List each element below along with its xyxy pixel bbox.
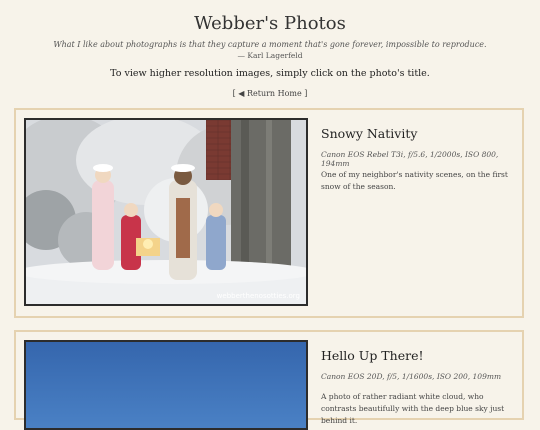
- return-home-label: Return Home: [246, 89, 302, 98]
- photo-meta: Canon EOS 20D, f/5, 1/1600s, ISO 200, 10…: [321, 372, 502, 381]
- bracket-right: ]: [304, 89, 308, 98]
- photo-description: One of my neighbor's nativity scenes, on…: [321, 170, 508, 191]
- instructions-text: To view higher resolution images, simply…: [110, 68, 430, 79]
- photo-card: webberthenosotties.org Snowy Nativity Ca…: [14, 108, 524, 318]
- photo-meta: Canon EOS Rebel T3i, f/5.6, 1/2000s, ISO…: [321, 150, 499, 168]
- return-home-link[interactable]: ◀ Return Home: [238, 89, 304, 98]
- quote-author: — Karl Lagerfeld: [237, 51, 303, 60]
- blue-sky-scene-icon: [26, 342, 306, 428]
- bracket-left: [: [232, 89, 236, 98]
- return-home-nav: [ ◀ Return Home ]: [0, 89, 540, 98]
- photo-image-hello-up-there[interactable]: [24, 340, 308, 430]
- page-title: Webber's Photos: [194, 13, 346, 34]
- photo-description: A photo of rather radiant white cloud, w…: [321, 392, 505, 425]
- photo-title-link[interactable]: Snowy Nativity: [321, 126, 417, 141]
- photo-title-link[interactable]: Hello Up There!: [321, 348, 423, 363]
- back-arrow-icon: ◀: [238, 89, 245, 98]
- nativity-snow-scene-icon: webberthenosotties.org: [26, 120, 306, 304]
- quote-text: What I like about photographs is that th…: [53, 40, 487, 49]
- watermark: webberthenosotties.org: [217, 292, 300, 300]
- photo-card: Hello Up There! Canon EOS 20D, f/5, 1/16…: [14, 330, 524, 430]
- photo-image-snowy-nativity[interactable]: webberthenosotties.org: [24, 118, 308, 306]
